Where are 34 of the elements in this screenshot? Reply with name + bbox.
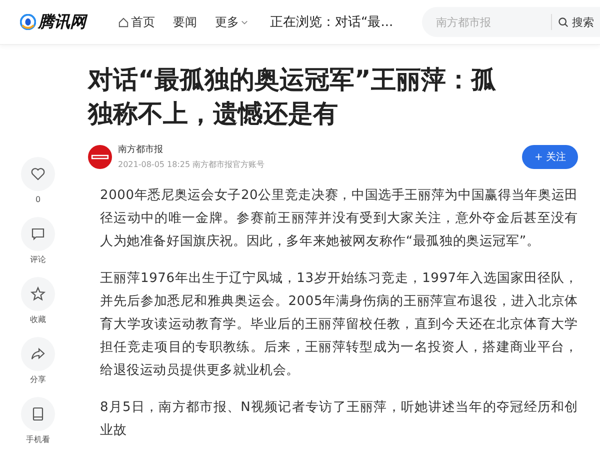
- phone-button[interactable]: [21, 397, 55, 431]
- publish-meta: 2021-08-05 18:25 南方都市报官方账号: [118, 159, 265, 170]
- heart-icon: [30, 166, 46, 182]
- action-label: 分享: [30, 375, 46, 385]
- site-logo[interactable]: 腾讯网: [38, 12, 86, 32]
- comment-button[interactable]: [21, 217, 55, 251]
- chevron-icon: [241, 20, 248, 24]
- search-field[interactable]: 南方都市报 搜索: [422, 7, 600, 37]
- article-paragraph: 王丽萍1976年出生于辽宁凤城，13岁开始练习竞走，1997年入选国家田径队，并先后参加悉尼和雅典奥运会。2005年满身伤病的王丽萍宣布退役，进入北京体育大学攻读运动教育学。毕业后的王丽萍留校任教，直到今天还在北京体育大学担任竞走项目的专职教练。后来，王丽萍转型成为一名投资人，搭建商业平台，给退役运动员提供更多就业机会。: [100, 270, 578, 380]
- follow-button[interactable]: + 关注: [522, 144, 578, 168]
- article-paragraph: 2000年悉尼奥运会女子20公里竞走决赛，中国选手王丽萍为中国赢得当年奥运田径运动中的唯一金牌。参赛前王丽萍并没有受到大家关注，意外夺金后甚至没有人为她准备好国旗庆祝。因此，多年来她被网友称作“最孤独的奥运冠军”。: [100, 187, 578, 251]
- article-title: 对话“最孤独的奥运冠军”王丽萍：孤独称不上，遗憾还是有: [88, 64, 497, 130]
- nav-link[interactable]: 要闻: [173, 14, 197, 30]
- nav-link[interactable]: 首页: [118, 14, 155, 30]
- phone-icon: [30, 406, 46, 422]
- browsing-title: 正在浏览：对话“最...: [270, 14, 394, 31]
- star-button[interactable]: [21, 277, 55, 311]
- share-icon: [30, 346, 46, 362]
- logo-icon: [20, 14, 36, 30]
- avatar-icon[interactable]: [88, 144, 112, 168]
- action-label: 手机看: [26, 435, 50, 445]
- author-name[interactable]: 南方都市报: [118, 143, 265, 156]
- action-label: 0: [35, 195, 41, 205]
- home-icon: [118, 16, 129, 28]
- like-button[interactable]: [21, 157, 55, 191]
- action-label: 评论: [30, 255, 46, 265]
- action-label: 收藏: [30, 315, 46, 325]
- nav-link[interactable]: 更多: [215, 14, 248, 30]
- search-button[interactable]: 搜索: [551, 14, 600, 30]
- comment-icon: [30, 226, 46, 242]
- star-icon: [30, 286, 46, 302]
- share-button[interactable]: [21, 337, 55, 371]
- article-paragraph: 8月5日，南方都市报、N视频记者专访了王丽萍，听她讲述当年的夺冠经历和创业故: [100, 399, 578, 440]
- search-icon: [558, 16, 569, 28]
